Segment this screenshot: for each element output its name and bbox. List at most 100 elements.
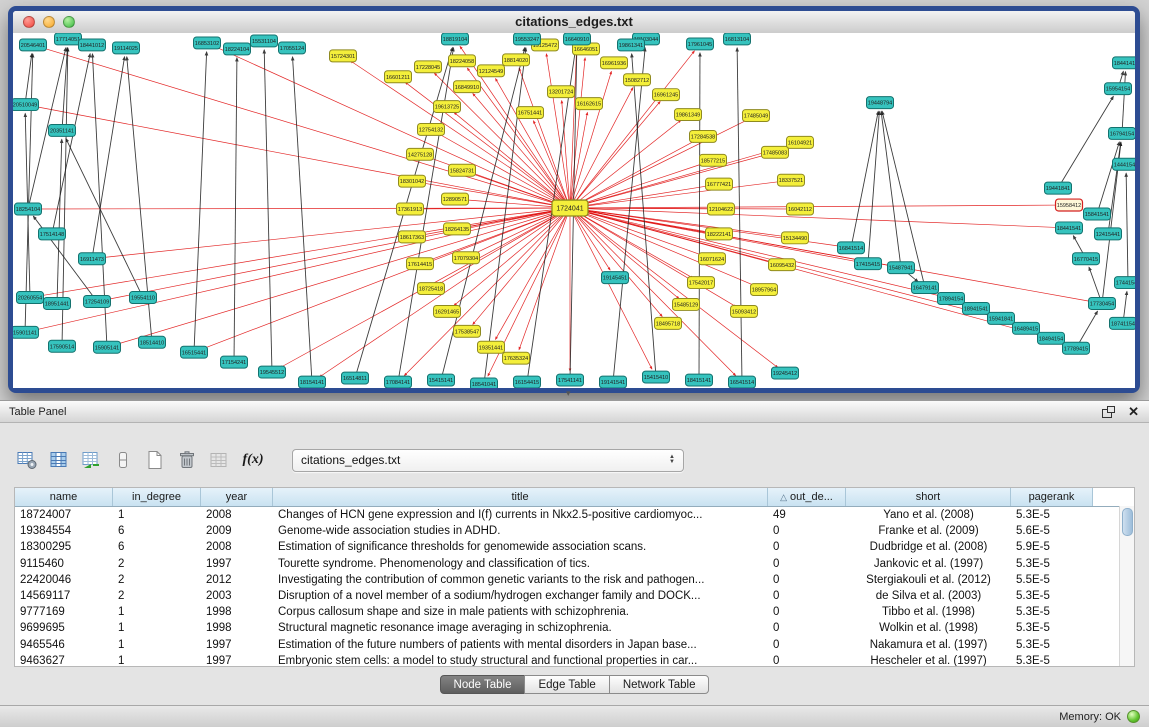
graph-edge[interactable] bbox=[570, 181, 782, 208]
graph-node[interactable]: 18222141 bbox=[706, 228, 733, 240]
graph-node[interactable]: 20510049 bbox=[13, 99, 39, 111]
graph-node[interactable]: 19441841 bbox=[1045, 182, 1072, 194]
table-row[interactable]: 969969511998Structural magnetic resonanc… bbox=[15, 620, 1134, 636]
graph-node[interactable]: 19545512 bbox=[259, 366, 286, 378]
graph-edge[interactable] bbox=[202, 208, 570, 349]
graph-node[interactable]: 15941841 bbox=[988, 312, 1015, 324]
graph-node[interactable]: 18224104 bbox=[224, 43, 251, 55]
graph-node[interactable]: 19554110 bbox=[130, 292, 157, 304]
table-row[interactable]: 911546021997Tourette syndrome. Phenomeno… bbox=[15, 556, 1134, 572]
graph-node[interactable]: 15134490 bbox=[782, 232, 809, 244]
graph-edge[interactable] bbox=[570, 120, 681, 208]
graph-node[interactable]: 18224058 bbox=[449, 55, 476, 67]
column-header-year[interactable]: year bbox=[201, 488, 273, 506]
graph-node[interactable]: 15415410 bbox=[643, 371, 670, 383]
graph-node[interactable]: 17284538 bbox=[690, 130, 717, 142]
graph-node[interactable]: 15415141 bbox=[428, 374, 455, 386]
graph-node[interactable]: 16479141 bbox=[912, 282, 939, 294]
graph-node[interactable]: 17730454 bbox=[1089, 298, 1116, 310]
graph-node[interactable]: 19448794 bbox=[867, 97, 894, 109]
graph-node[interactable]: 18577215 bbox=[700, 154, 727, 166]
graph-node[interactable]: 12104622 bbox=[708, 203, 735, 215]
graph-node[interactable]: 18814020 bbox=[503, 54, 530, 66]
delete-button[interactable] bbox=[174, 447, 200, 473]
graph-edge[interactable] bbox=[882, 111, 925, 287]
graph-node[interactable]: 19553247 bbox=[514, 33, 541, 45]
graph-node[interactable]: 19245412 bbox=[772, 367, 799, 379]
graph-node[interactable]: 16640910 bbox=[564, 33, 591, 45]
graph-node[interactable]: 19145451 bbox=[602, 272, 629, 284]
graph-node[interactable]: 17055124 bbox=[279, 42, 306, 54]
column-header-name[interactable]: name bbox=[15, 488, 113, 506]
column-header-in_degree[interactable]: in_degree bbox=[113, 488, 201, 506]
graph-node[interactable]: 18541041 bbox=[471, 378, 498, 388]
graph-node[interactable]: 12890571 bbox=[442, 193, 469, 205]
graph-node[interactable]: 19141541 bbox=[600, 376, 627, 388]
graph-node[interactable]: 17894154 bbox=[938, 293, 965, 305]
table-mode-button[interactable] bbox=[14, 447, 40, 473]
graph-node[interactable]: 12754132 bbox=[418, 123, 445, 135]
graph-node[interactable]: 17538547 bbox=[454, 325, 481, 337]
graph-node[interactable]: 15485129 bbox=[673, 299, 700, 311]
graph-node[interactable]: 15954154 bbox=[1105, 83, 1132, 95]
graph-edge[interactable] bbox=[1108, 142, 1121, 234]
graph-node[interactable]: 17079304 bbox=[453, 252, 480, 264]
graph-node[interactable]: 13201724 bbox=[548, 86, 575, 98]
graph-node[interactable]: 16514811 bbox=[342, 372, 369, 384]
graph-node[interactable]: 17154241 bbox=[221, 356, 248, 368]
graph-node[interactable]: 16515441 bbox=[181, 346, 208, 358]
table-row[interactable]: 946554611997Estimation of the future num… bbox=[15, 637, 1134, 653]
graph-node[interactable]: 19861349 bbox=[675, 109, 702, 121]
graph-node[interactable]: 17441541 bbox=[1115, 277, 1136, 289]
graph-edge[interactable] bbox=[699, 53, 700, 380]
graph-node[interactable]: 16911473 bbox=[79, 253, 106, 265]
column-header-out_de[interactable]: △out_de... bbox=[768, 488, 846, 506]
graph-edge[interactable] bbox=[234, 58, 237, 362]
graph-edge[interactable] bbox=[570, 208, 778, 368]
graph-node[interactable]: 14275128 bbox=[407, 148, 434, 160]
graph-node[interactable]: 17635324 bbox=[503, 352, 530, 364]
graph-node[interactable]: 15082712 bbox=[624, 74, 651, 86]
graph-node[interactable]: 15531104 bbox=[251, 35, 278, 47]
graph-node[interactable]: 15824731 bbox=[449, 164, 476, 176]
graph-node[interactable]: 17361913 bbox=[397, 203, 424, 215]
graph-node[interactable]: 17415415 bbox=[855, 258, 882, 270]
network-canvas[interactable]: 1724041188140201212454916849910196137251… bbox=[13, 33, 1135, 388]
graph-node[interactable]: 15958412 bbox=[1056, 199, 1083, 211]
graph-node[interactable]: 17714051 bbox=[55, 33, 82, 45]
network-graph-svg[interactable]: 1724041188140201212454916849910196137251… bbox=[13, 33, 1135, 388]
graph-node[interactable]: 18154141 bbox=[299, 376, 326, 388]
graph-node[interactable]: 16770415 bbox=[1073, 253, 1100, 265]
graph-node[interactable]: 18254104 bbox=[15, 203, 42, 215]
graph-node[interactable]: 16162615 bbox=[576, 98, 603, 110]
graph-edge[interactable] bbox=[1122, 72, 1125, 134]
graph-node[interactable]: 16961936 bbox=[601, 57, 628, 69]
graph-node[interactable]: 18951441 bbox=[44, 298, 71, 310]
graph-node[interactable]: 16777421 bbox=[706, 178, 733, 190]
tab-edge-table[interactable]: Edge Table bbox=[524, 675, 609, 694]
graph-node[interactable]: 16095432 bbox=[769, 259, 796, 271]
graph-node[interactable]: 16961245 bbox=[653, 89, 680, 101]
table-row[interactable]: 977716911998Corpus callosum shape and si… bbox=[15, 604, 1134, 620]
graph-node[interactable]: 16751441 bbox=[517, 107, 544, 119]
graph-edge[interactable] bbox=[570, 48, 577, 208]
graph-node[interactable]: 18337521 bbox=[778, 174, 805, 186]
table-vertical-scrollbar[interactable] bbox=[1119, 506, 1134, 666]
graph-node[interactable]: 18741154 bbox=[1110, 317, 1136, 329]
graph-node[interactable]: 18441541 bbox=[1056, 222, 1083, 234]
tab-node-table[interactable]: Node Table bbox=[440, 675, 526, 694]
graph-node[interactable]: 17254109 bbox=[84, 296, 111, 308]
graph-node[interactable]: 17614415 bbox=[407, 258, 434, 270]
new-document-button[interactable] bbox=[142, 447, 168, 473]
graph-node[interactable]: 15487941 bbox=[888, 262, 915, 274]
graph-node[interactable]: 18819104 bbox=[442, 33, 469, 45]
graph-node[interactable]: 16841514 bbox=[838, 242, 865, 254]
graph-node[interactable]: 18494154 bbox=[1038, 332, 1065, 344]
graph-node[interactable]: 16154415 bbox=[514, 376, 541, 388]
graph-node[interactable]: 19114025 bbox=[113, 42, 140, 54]
column-header-short[interactable]: short bbox=[846, 488, 1011, 506]
graph-edge[interactable] bbox=[495, 208, 570, 339]
graph-node[interactable]: 15724301 bbox=[330, 50, 357, 62]
graph-node[interactable]: 18415141 bbox=[686, 374, 713, 386]
graph-edge[interactable] bbox=[293, 57, 312, 382]
